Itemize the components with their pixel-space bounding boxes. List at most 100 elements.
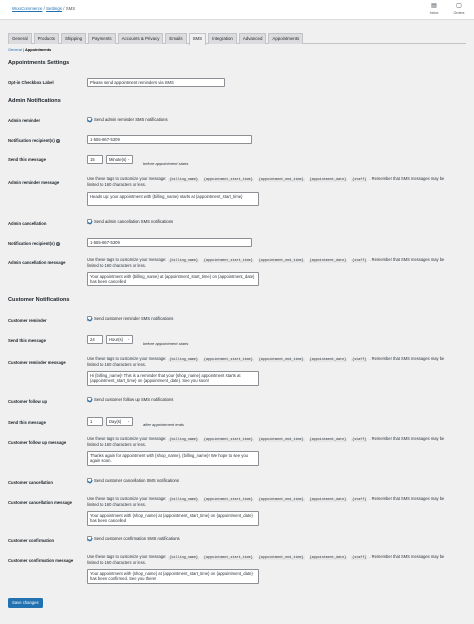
breadcrumb-settings-link[interactable]: Settings	[46, 6, 62, 11]
optin-input[interactable]: Please send appointment reminders via SM…	[87, 78, 225, 87]
appointments-settings-heading: Appointments Settings	[8, 60, 70, 66]
top-bar: WooCommerce / Settings / SMS ▤ Inbox ▢ O…	[0, 0, 474, 20]
tab-shipping[interactable]: Shipping	[60, 33, 87, 44]
orders-icon: ▢	[456, 3, 462, 9]
optin-label: Opt-in Checkbox Label	[8, 80, 54, 85]
admin-reminder-message-textarea[interactable]: Heads up: your appointment with {billing…	[87, 192, 259, 206]
help-tag: {billing_name}	[168, 498, 199, 502]
customer-reminder-message-label: Customer reminder message	[8, 360, 66, 365]
admin-notifications-heading: Admin Notifications	[8, 98, 61, 104]
help-tag: {billing_name}	[168, 556, 199, 560]
tab-payments[interactable]: Payments	[88, 33, 116, 44]
admin-send-unit-value: Minute(s)	[109, 157, 127, 162]
admin-recipients2-input[interactable]: 1-555-867-5309	[87, 238, 252, 247]
help-tag: {appointment_date}	[308, 178, 348, 182]
customer-send-unit-select[interactable]: Hour(s) ⌄	[106, 335, 133, 344]
settings-tabs: General Products Shipping Payments Accou…	[8, 33, 466, 45]
help-tag: {appointment_start_time}	[202, 498, 254, 502]
checkbox-checked-icon	[87, 219, 92, 225]
help-tag: {staff}	[351, 438, 368, 442]
admin-reminder-label: Admin reminder	[8, 118, 41, 123]
help-tag: {staff}	[351, 178, 368, 182]
breadcrumb-current: SMS	[65, 6, 76, 11]
inbox-label: Inbox	[429, 11, 439, 15]
help-tag: {staff}	[351, 556, 368, 560]
help-tag: {billing_name}	[168, 358, 199, 362]
customer-followup-number-input[interactable]: 1	[87, 417, 103, 426]
tab-appointments[interactable]: Appointments	[268, 33, 304, 44]
tab-products[interactable]: Products	[33, 33, 59, 44]
tab-emails[interactable]: Emails	[165, 33, 187, 44]
help-tag: {appointment_end_time}	[257, 556, 305, 560]
admin-cancellation-checkbox[interactable]: Send admin cancellation SMS notification…	[87, 219, 173, 225]
customer-followup-after-text: after appointment ends	[143, 422, 184, 427]
orders-label: Orders	[453, 11, 465, 15]
help-tag: {staff}	[351, 259, 368, 263]
help-icon[interactable]: ?	[55, 138, 60, 143]
admin-send-label: Send this message	[8, 157, 46, 162]
tab-accounts-privacy[interactable]: Accounts & Privacy	[117, 33, 164, 44]
checkbox-checked-icon	[87, 536, 92, 542]
chevron-down-icon: ⌄	[127, 157, 130, 161]
help-tag: {appointment_end_time}	[257, 498, 305, 502]
admin-send-number-input[interactable]: 15	[87, 155, 103, 164]
customer-followup-unit-select[interactable]: Day(s) ⌄	[106, 417, 133, 426]
help-tag: {staff}	[351, 358, 368, 362]
admin-cancellation-message-textarea[interactable]: Your appointment with {billing_name} at …	[87, 272, 259, 286]
customer-confirmation-help: Use these tags to customize your message…	[87, 554, 457, 566]
checkbox-checked-icon	[87, 316, 92, 322]
chevron-down-icon: ⌄	[127, 337, 130, 341]
customer-followup-message-label: Customer follow up message	[8, 440, 67, 445]
help-tag: {appointment_date}	[308, 556, 348, 560]
customer-cancellation-checkbox[interactable]: Send customer cancellation SMS notificat…	[87, 478, 179, 484]
admin-recipients-input[interactable]: 1-555-867-5309	[87, 135, 252, 144]
customer-reminder-checkbox[interactable]: Send customer reminder SMS notifications	[87, 316, 173, 322]
breadcrumb-separator: /	[63, 6, 65, 11]
help-tag: {appointment_end_time}	[257, 438, 305, 442]
help-prefix: Use these tags to customize your message…	[87, 356, 167, 361]
customer-followup-message-textarea[interactable]: Thanks again for appointment with {shop_…	[87, 451, 259, 466]
admin-cancellation-checkbox-label: Send admin cancellation SMS notification…	[94, 219, 174, 224]
breadcrumb-woocommerce-link[interactable]: WooCommerce	[12, 6, 42, 11]
customer-confirmation-label: Customer confirmation	[8, 538, 55, 543]
help-tag: {appointment_end_time}	[257, 358, 305, 362]
help-prefix: Use these tags to customize your message…	[87, 436, 167, 441]
help-tag: {appointment_date}	[308, 259, 348, 263]
customer-confirmation-checkbox[interactable]: Send customer confirmation SMS notificat…	[87, 536, 180, 542]
subnav-current: Appointments	[25, 47, 52, 52]
help-prefix: Use these tags to customize your message…	[87, 554, 167, 559]
admin-recipients2-label: Notification recipient(s)?	[8, 241, 84, 246]
customer-send-number-input[interactable]: 24	[87, 335, 103, 344]
subnav-separator: |	[22, 47, 24, 52]
help-tag: {appointment_date}	[308, 358, 348, 362]
help-icon[interactable]: ?	[55, 241, 60, 246]
tab-advanced[interactable]: Advanced	[238, 33, 267, 44]
inbox-button[interactable]: ▤ Inbox	[425, 3, 443, 15]
customer-reminder-message-textarea[interactable]: Hi {billing_name}! This is a reminder th…	[87, 371, 259, 386]
help-tag: {appointment_date}	[308, 498, 348, 502]
customer-cancellation-checkbox-label: Send customer cancellation SMS notificat…	[94, 478, 179, 483]
breadcrumb: WooCommerce / Settings / SMS	[12, 6, 75, 11]
customer-cancellation-label: Customer cancellation	[8, 480, 53, 485]
customer-followup-checkbox[interactable]: Send customer follow up SMS notification…	[87, 397, 173, 403]
help-tag: {appointment_start_time}	[202, 259, 254, 263]
customer-confirmation-checkbox-label: Send customer confirmation SMS notificat…	[94, 536, 180, 541]
orders-button[interactable]: ▢ Orders	[450, 3, 468, 15]
breadcrumb-separator: /	[43, 6, 45, 11]
customer-confirmation-message-textarea[interactable]: Your appointment with {shop_name} at {ap…	[87, 569, 259, 584]
customer-confirmation-message-label: Customer confirmation message	[8, 558, 74, 563]
tab-integration[interactable]: Integration	[208, 33, 237, 44]
admin-reminder-checkbox-label: Send admin reminder SMS notifications	[94, 117, 168, 122]
tab-general[interactable]: General	[8, 33, 32, 44]
admin-cancellation-message-label: Admin cancellation message	[8, 260, 66, 265]
admin-recipients2-label-text: Notification recipient(s)	[8, 241, 55, 246]
checkbox-checked-icon	[87, 397, 92, 403]
tab-sms[interactable]: SMS	[188, 33, 207, 45]
admin-send-unit-select[interactable]: Minute(s) ⌄	[106, 155, 133, 164]
subnav-general-link[interactable]: General	[8, 47, 22, 52]
customer-followup-unit-value: Day(s)	[109, 419, 122, 424]
admin-reminder-checkbox[interactable]: Send admin reminder SMS notifications	[87, 117, 168, 123]
customer-cancellation-message-textarea[interactable]: Your appointment with {shop_name} at {ap…	[87, 511, 259, 526]
save-changes-button[interactable]: Save changes	[8, 598, 43, 608]
customer-reminder-label: Customer reminder	[8, 318, 47, 323]
